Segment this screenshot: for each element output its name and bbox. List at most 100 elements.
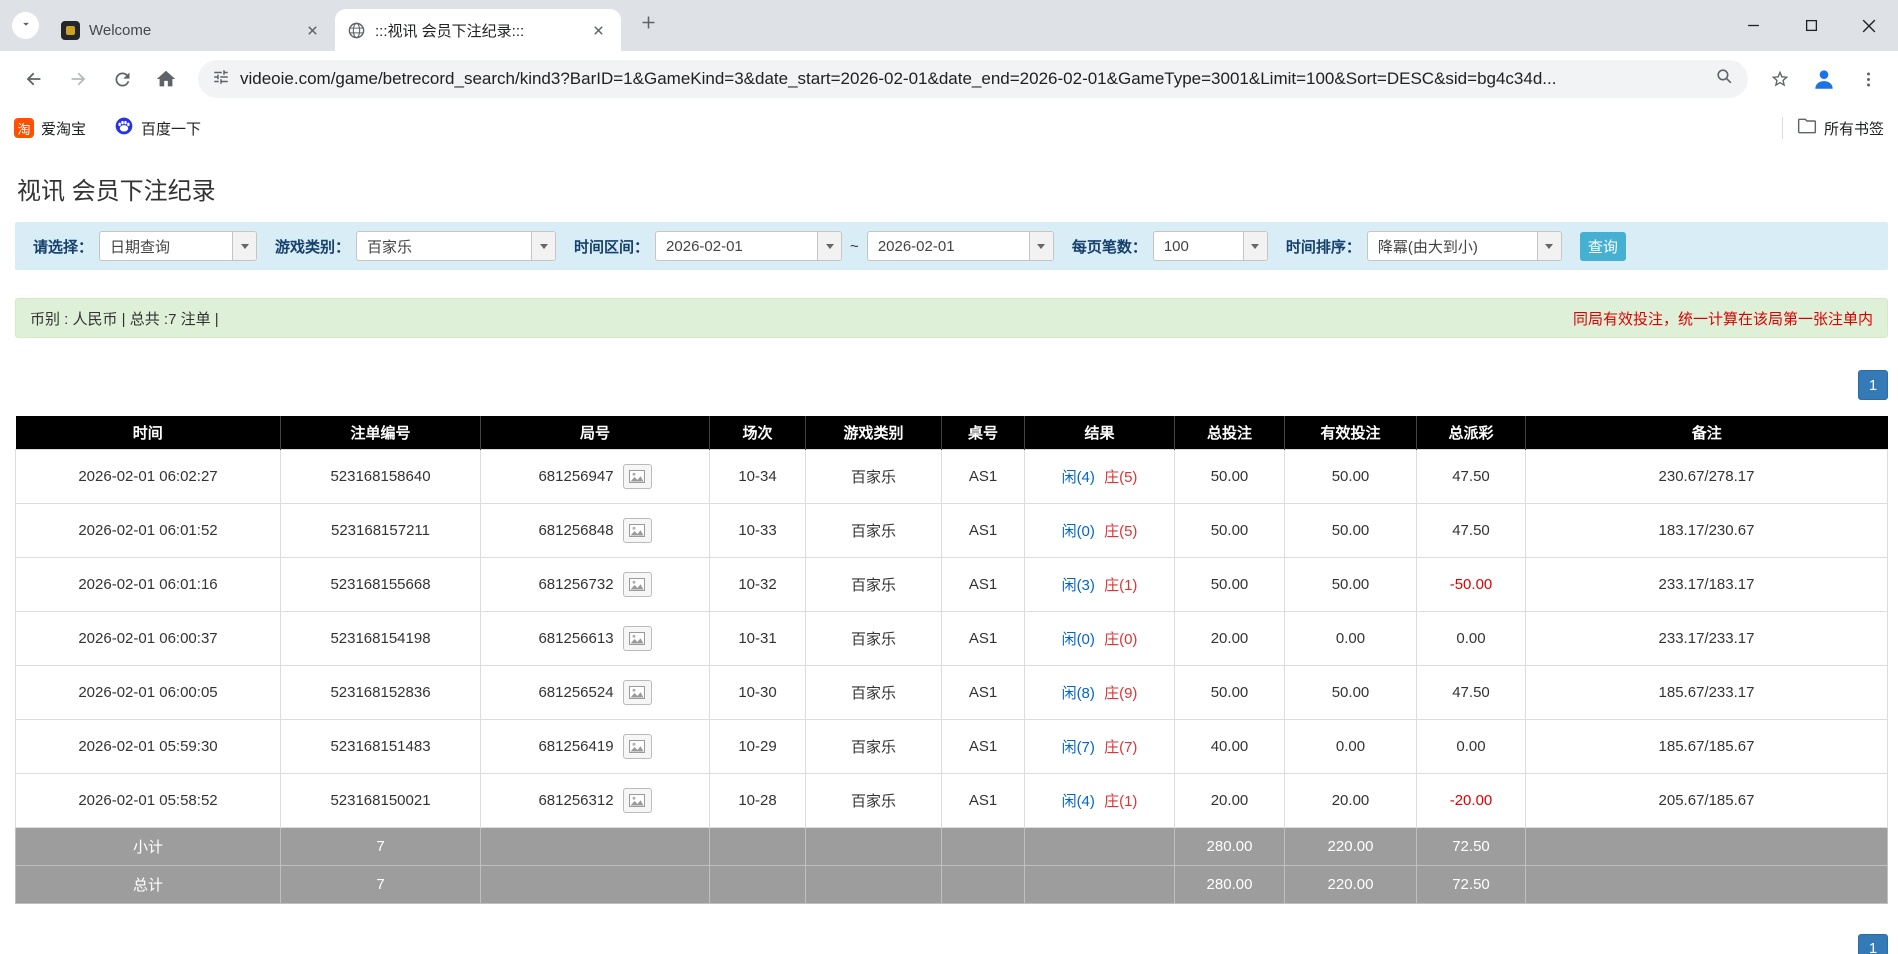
round-image-button[interactable] [622,733,652,759]
summary-currency-count: 币别 : 人民币 | 总共 :7 注单 | [30,310,219,328]
all-bookmarks-button[interactable]: 所有书签 [1797,116,1884,140]
profile-button[interactable] [1802,57,1846,101]
table-row: 2026-02-01 06:02:27 523168158640 6812569… [15,448,1888,504]
cell-game: 百家乐 [805,502,942,558]
cell-game: 百家乐 [805,664,942,720]
folder-icon [1797,116,1817,140]
pagination-page-1[interactable]: 1 [1858,933,1888,954]
select-value: 100 [1163,237,1189,255]
result-player: 闲(0) [1061,630,1095,648]
result-player: 闲(7) [1061,738,1095,756]
bookmark-baidu[interactable]: 百度一下 [114,116,201,140]
cell-total-bet[interactable]: 50.00 [1174,664,1285,720]
close-icon [1862,19,1876,32]
cell-table-no: AS1 [941,556,1025,612]
pagination-top: 1 [15,370,1888,400]
forward-button[interactable] [56,57,100,101]
cell-total-bet[interactable]: 50.00 [1174,448,1285,504]
close-window-button[interactable] [1840,0,1898,51]
filter-date-start[interactable]: 2026-02-01 [655,231,843,261]
tab-strip-chevron-button[interactable] [12,12,39,39]
back-icon [26,72,41,86]
result-banker: 庄(1) [1104,576,1138,594]
table-row: 2026-02-01 05:59:30 523168151483 6812564… [15,718,1888,774]
cell-time: 2026-02-01 06:02:27 [15,448,281,504]
menu-dots-icon [1866,71,1870,87]
round-image-icon [629,523,646,537]
filter-select-query-type[interactable]: 日期查询 [99,231,258,261]
site-info-icon[interactable] [212,68,230,91]
cell-bet-id: 523168157211 [280,502,481,558]
cell-total-bet[interactable]: 40.00 [1174,718,1285,774]
cell-bet-id: 523168152836 [280,664,481,720]
tab-betrecord[interactable]: :::视讯 会员下注纪录::: [335,9,621,51]
col-header-table-no: 桌号 [941,416,1025,449]
cell-total-bet[interactable]: 20.00 [1174,610,1285,666]
summary-notice: 同局有效投注，统一计算在该局第一张注单内 [1572,310,1873,328]
cell-valid-bet: 0.00 [1284,718,1417,774]
col-header-session: 场次 [709,416,806,449]
cell-time: 2026-02-01 06:01:52 [15,502,281,558]
table-row: 2026-02-01 06:01:52 523168157211 6812568… [15,502,1888,558]
pagination-page-1[interactable]: 1 [1858,370,1888,400]
table-row: 2026-02-01 05:58:52 523168150021 6812563… [15,772,1888,828]
page-content: 视讯 会员下注纪录 请选择： 日期查询 游戏类别： 百家乐 时间区间： 2026… [0,171,1898,954]
cell-bet-id: 523168158640 [280,448,481,504]
tab-title: Welcome [89,21,152,39]
cell-valid-bet: 20.00 [1284,772,1417,828]
col-header-result: 结果 [1024,416,1175,449]
round-image-button[interactable] [622,625,652,651]
filter-date-end[interactable]: 2026-02-01 [866,231,1054,261]
chevron-down-icon [232,232,257,260]
result-player: 闲(4) [1061,792,1095,810]
cell-total-bet[interactable]: 50.00 [1174,502,1285,558]
cell-game: 百家乐 [805,772,942,828]
cell-bet-id: 523168150021 [280,772,481,828]
bookmark-star-icon [1771,70,1789,87]
total-label: 总计 [15,864,281,904]
new-tab-button[interactable] [631,7,665,41]
globe-icon [347,21,366,40]
round-image-button[interactable] [622,571,652,597]
total-count: 7 [280,864,481,904]
round-image-button[interactable] [622,517,652,543]
subtotal-count: 7 [280,826,481,866]
cell-table-no: AS1 [941,502,1025,558]
menu-button[interactable] [1846,57,1890,101]
round-image-icon [629,793,646,807]
round-image-button[interactable] [622,679,652,705]
round-image-button[interactable] [622,787,652,813]
minimize-icon [1747,24,1759,27]
tab-welcome[interactable]: Welcome [49,9,335,51]
round-number: 681256848 [538,521,614,539]
bookmark-star-button[interactable] [1758,57,1802,101]
total-total-bet: 280.00 [1174,864,1285,904]
home-button[interactable] [144,57,188,101]
cell-payout: -50.00 [1416,556,1526,612]
close-icon[interactable] [301,19,323,41]
minimize-button[interactable] [1724,0,1782,51]
filter-select-page-size[interactable]: 100 [1152,231,1268,261]
bookmark-taobao[interactable]: 淘 爱淘宝 [14,118,86,139]
round-image-button[interactable] [622,463,652,489]
address-bar[interactable]: videoie.com/game/betrecord_search/kind3?… [198,60,1748,98]
back-button[interactable] [12,57,56,101]
filter-label-date-range: 时间区间： [574,238,650,256]
filter-select-game-type[interactable]: 百家乐 [356,231,557,261]
cell-total-bet[interactable]: 20.00 [1174,772,1285,828]
search-button[interactable]: 查询 [1579,231,1626,261]
maximize-button[interactable] [1782,0,1840,51]
filter-label-game-type: 游戏类别： [275,238,351,256]
close-icon[interactable] [587,19,609,41]
total-valid-bet: 220.00 [1284,864,1417,904]
zoom-icon[interactable] [1715,67,1734,91]
taobao-icon: 淘 [14,118,34,138]
col-header-game: 游戏类别 [805,416,942,449]
cell-table-no: AS1 [941,664,1025,720]
refresh-button[interactable] [100,57,144,101]
col-header-total-bet: 总投注 [1174,416,1285,449]
cell-bet-id: 523168154198 [280,610,481,666]
cell-total-bet[interactable]: 50.00 [1174,556,1285,612]
filter-select-sort[interactable]: 降冪(由大到小) [1366,231,1562,261]
cell-session: 10-28 [709,772,806,828]
